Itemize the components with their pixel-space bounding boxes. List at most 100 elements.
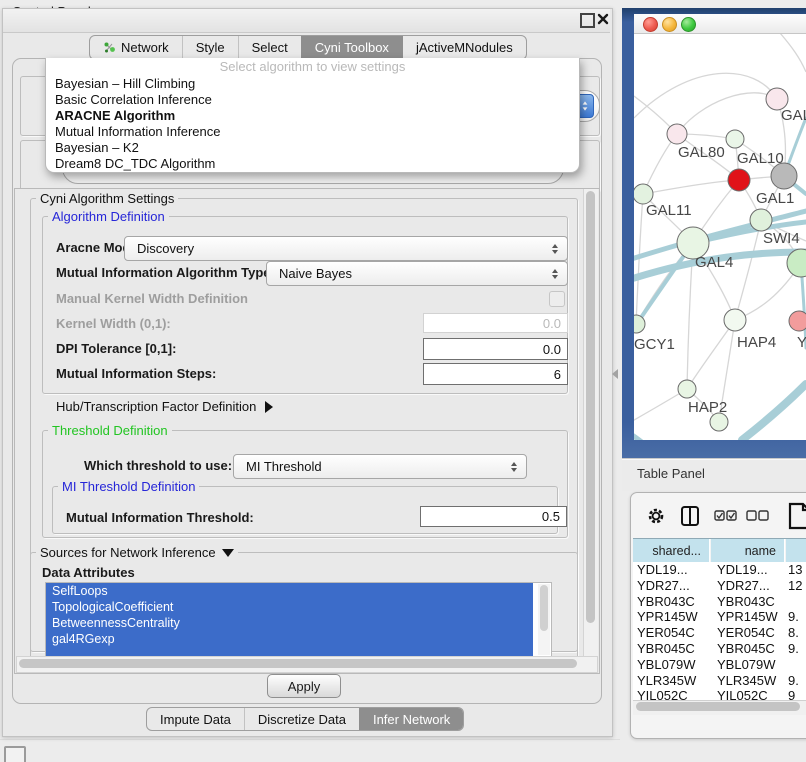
cyni-algorithm-settings-title: Cyni Algorithm Settings bbox=[36, 191, 178, 206]
list-item-betweennesscentrality[interactable]: BetweennessCentrality bbox=[46, 615, 533, 631]
list-item-selfloops[interactable]: SelfLoops bbox=[46, 583, 533, 599]
apply-button[interactable]: Apply bbox=[267, 674, 341, 698]
stepper-arrows-icon bbox=[552, 244, 558, 254]
list-item[interactable] bbox=[46, 647, 533, 656]
stepper-arrows-icon bbox=[511, 462, 517, 472]
split-view-icon[interactable] bbox=[680, 505, 700, 527]
tab-label: Discretize Data bbox=[258, 712, 346, 727]
new-table-icon[interactable] bbox=[788, 502, 806, 530]
network-node[interactable] bbox=[724, 309, 746, 331]
tab-jactivemnodules[interactable]: jActiveMNodules bbox=[402, 36, 526, 59]
network-edge bbox=[780, 33, 806, 72]
table-cell: YLR345W bbox=[637, 673, 696, 688]
column-header-shared[interactable]: shared... bbox=[633, 539, 710, 563]
column-header-name[interactable]: name bbox=[711, 539, 785, 563]
close-traffic-light-icon[interactable] bbox=[643, 17, 658, 32]
table-row[interactable]: YLR345W YLR345W 9. bbox=[633, 673, 806, 689]
table-body: YDL19...YDL19...13YDR27...YDR27...12YBR0… bbox=[633, 562, 806, 700]
network-edge bbox=[677, 93, 777, 134]
table-row[interactable]: YDL19...YDL19...13 bbox=[633, 562, 806, 578]
network-node[interactable] bbox=[789, 311, 806, 331]
network-node[interactable] bbox=[726, 130, 744, 148]
table-row[interactable]: YBR045CYBR045C9. bbox=[633, 641, 806, 657]
desktop: Control Panel NetworkStyleSelectCyni Too… bbox=[0, 0, 806, 762]
network-node[interactable] bbox=[728, 169, 750, 191]
network-node[interactable] bbox=[634, 184, 653, 204]
table-panel-title: Table Panel bbox=[637, 466, 705, 481]
list-item-topologicalcoefficient[interactable]: TopologicalCoefficient bbox=[46, 599, 533, 615]
algorithm-item-bayesian-k2[interactable]: Bayesian – K2 bbox=[46, 140, 579, 156]
table-cell: 8. bbox=[788, 625, 799, 640]
table-row[interactable]: YPR145WYPR145W9. bbox=[633, 609, 806, 625]
data-attributes-label: Data Attributes bbox=[42, 565, 135, 580]
mi-steps-field[interactable]: 6 bbox=[423, 363, 568, 385]
network-node-label: SWI4 bbox=[763, 230, 800, 247]
table-horizontal-scrollbar-thumb[interactable] bbox=[636, 702, 800, 711]
table-cell: YIL052C bbox=[717, 688, 768, 700]
data-attributes-items: SelfLoopsTopologicalCoefficientBetweenne… bbox=[46, 583, 551, 647]
network-node[interactable] bbox=[750, 209, 772, 231]
list-scrollbar-thumb[interactable] bbox=[540, 585, 548, 631]
algorithm-list: Bayesian – Hill ClimbingBasic Correlatio… bbox=[46, 76, 579, 172]
mi-threshold-field[interactable]: 0.5 bbox=[420, 506, 567, 527]
network-node[interactable] bbox=[678, 380, 696, 398]
tab-infer-network[interactable]: Infer Network bbox=[359, 708, 463, 730]
table-cell: YLR345W bbox=[717, 673, 776, 688]
algorithm-definition-title: Algorithm Definition bbox=[48, 209, 169, 224]
tab-label: Infer Network bbox=[373, 712, 450, 727]
aracne-mode-combobox[interactable]: Discovery bbox=[124, 236, 568, 261]
algorithm-item-aracne-algorithm[interactable]: ARACNE Algorithm bbox=[46, 108, 579, 124]
table-cell: YDL19... bbox=[717, 562, 768, 577]
table-cell: 9. bbox=[788, 673, 799, 688]
algorithm-item-bayesian-hill-climbing[interactable]: Bayesian – Hill Climbing bbox=[46, 76, 579, 92]
table-cell: YBR043C bbox=[717, 594, 775, 609]
which-threshold-label: Which threshold to use: bbox=[84, 458, 232, 473]
tab-network[interactable]: Network bbox=[90, 36, 182, 59]
algorithm-item-mutual-information-inference[interactable]: Mutual Information Inference bbox=[46, 124, 579, 140]
panel-grid-icon[interactable] bbox=[4, 746, 26, 762]
sources-toggle[interactable]: Sources for Network Inference bbox=[36, 545, 238, 560]
network-node[interactable] bbox=[634, 315, 645, 333]
algorithm-item-basic-correlation-inference[interactable]: Basic Correlation Inference bbox=[46, 92, 579, 108]
dropdown-placeholder: Select algorithm to view settings bbox=[46, 58, 579, 76]
tab-impute-data[interactable]: Impute Data bbox=[147, 708, 244, 730]
network-node-label: GAL80 bbox=[678, 144, 725, 161]
table-row[interactable]: YDR27...YDR27...12 bbox=[633, 578, 806, 594]
dpi-tolerance-field[interactable]: 0.0 bbox=[423, 338, 568, 360]
unchecked-pair-icon[interactable] bbox=[746, 510, 770, 522]
tab-cyni-toolbox[interactable]: Cyni Toolbox bbox=[301, 36, 402, 59]
tab-discretize-data[interactable]: Discretize Data bbox=[244, 708, 359, 730]
kernel-width-field[interactable]: 0.0 bbox=[423, 313, 568, 333]
mi-algorithm-type-combobox[interactable]: Naive Bayes bbox=[266, 261, 568, 286]
settings-vertical-scrollbar-thumb[interactable] bbox=[586, 191, 595, 623]
float-window-icon[interactable] bbox=[580, 13, 595, 28]
network-node[interactable] bbox=[667, 124, 687, 144]
minimize-traffic-light-icon[interactable] bbox=[662, 17, 677, 32]
mi-algorithm-type-label: Mutual Information Algorithm Type: bbox=[56, 265, 275, 280]
column-header-a[interactable]: A bbox=[786, 539, 806, 563]
checked-pair-icon[interactable] bbox=[714, 510, 738, 522]
which-threshold-combobox[interactable]: MI Threshold bbox=[233, 454, 527, 479]
hub-transcription-factor-toggle[interactable]: Hub/Transcription Factor Definition bbox=[56, 399, 273, 414]
data-attributes-listbox[interactable]: SelfLoopsTopologicalCoefficientBetweenne… bbox=[45, 582, 552, 657]
table-row[interactable]: YBL079WYBL079W bbox=[633, 657, 806, 673]
tab-style[interactable]: Style bbox=[182, 36, 238, 59]
zoom-traffic-light-icon[interactable] bbox=[681, 17, 696, 32]
network-edge bbox=[634, 73, 777, 118]
settings-horizontal-scrollbar-thumb[interactable] bbox=[19, 659, 577, 668]
algorithm-item-dream8-dc-tdc-algorithm[interactable]: Dream8 DC_TDC Algorithm bbox=[46, 156, 579, 172]
network-canvas[interactable]: GALGAL80GAL10GAL1GAL11SWI4GAL4GCY1HAP4YH… bbox=[634, 33, 806, 440]
table-row[interactable]: YBR043CYBR043C bbox=[633, 594, 806, 610]
manual-kernel-width-checkbox[interactable] bbox=[549, 291, 565, 307]
tab-select[interactable]: Select bbox=[238, 36, 301, 59]
table-row[interactable]: YER054CYER054C8. bbox=[633, 625, 806, 641]
close-icon[interactable] bbox=[597, 13, 609, 25]
splitpane-collapse-icon[interactable] bbox=[612, 369, 618, 379]
expanded-arrow-icon bbox=[222, 549, 234, 557]
list-item-gal4rgexp[interactable]: gal4RGexp bbox=[46, 631, 533, 647]
network-node-label: GAL10 bbox=[737, 150, 784, 167]
table-row[interactable]: YIL052CYIL052C9 bbox=[633, 688, 806, 700]
table-cell: YDL19... bbox=[637, 562, 688, 577]
gear-icon[interactable] bbox=[646, 506, 666, 526]
network-icon bbox=[103, 41, 116, 54]
